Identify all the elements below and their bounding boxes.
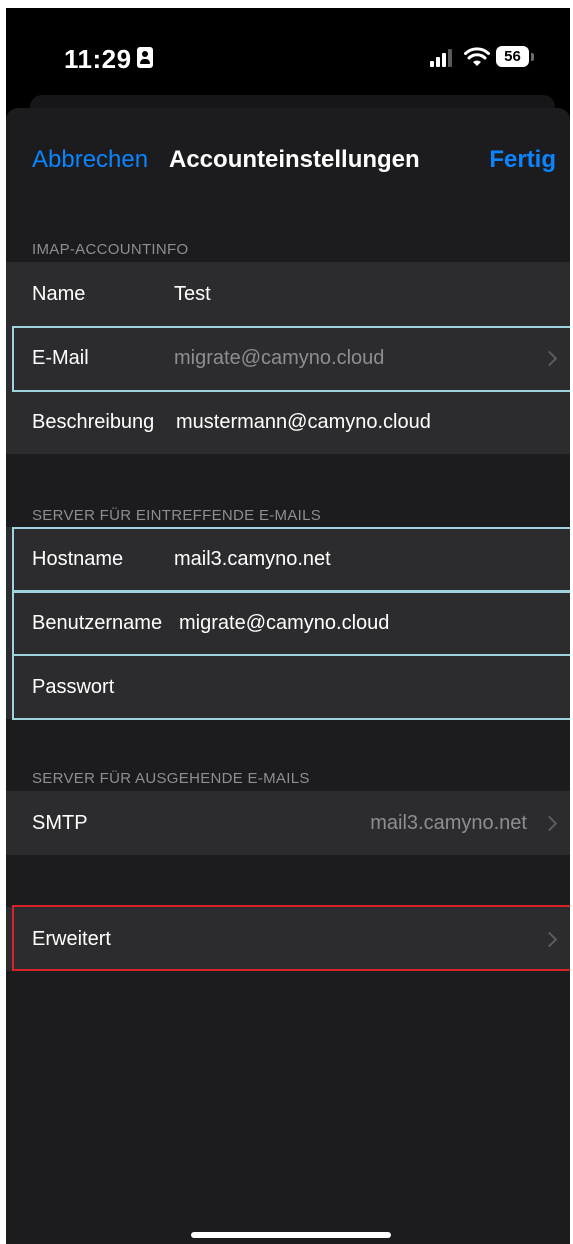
cellular-signal-icon <box>430 49 454 67</box>
chevron-right-icon <box>541 815 558 831</box>
email-value: migrate@camyno.cloud <box>174 346 385 369</box>
smtp-value: mail3.camyno.net <box>370 811 527 834</box>
username-value[interactable]: migrate@camyno.cloud <box>179 612 389 635</box>
description-row[interactable]: Beschreibung mustermann@camyno.cloud <box>6 390 570 454</box>
password-row[interactable]: Passwort <box>6 655 570 719</box>
section-header-incoming: SERVER FÜR EINTREFFENDE E-MAILS <box>32 507 322 524</box>
name-value[interactable]: Test <box>174 283 211 306</box>
name-label: Name <box>32 282 86 305</box>
battery-tip <box>531 53 534 61</box>
battery-icon: 56 <box>496 46 529 67</box>
name-row[interactable]: Name Test <box>6 262 570 326</box>
outgoing-server-group: SMTP mail3.camyno.net <box>6 791 570 855</box>
imap-account-group: Name Test E-Mail migrate@camyno.cloud Be… <box>6 262 570 454</box>
contact-card-icon <box>137 47 153 68</box>
smtp-row[interactable]: SMTP mail3.camyno.net <box>6 791 570 855</box>
description-value[interactable]: mustermann@camyno.cloud <box>176 411 431 434</box>
advanced-group: Erweitert <box>6 907 570 971</box>
username-row[interactable]: Benutzername migrate@camyno.cloud <box>6 591 570 655</box>
wifi-icon <box>464 47 490 66</box>
phone-screen: 11:29 56 Abbrechen Accounteinstellungen … <box>6 8 570 1244</box>
description-label: Beschreibung <box>32 410 155 433</box>
home-indicator[interactable] <box>191 1232 391 1238</box>
advanced-label: Erweitert <box>32 927 111 950</box>
hostname-label: Hostname <box>32 547 124 570</box>
section-header-imap: IMAP-ACCOUNTINFO <box>32 241 189 258</box>
password-label: Passwort <box>32 675 115 698</box>
status-time: 11:29 <box>64 44 132 74</box>
cancel-button[interactable]: Abbrechen <box>32 146 148 174</box>
chevron-right-icon <box>541 931 558 947</box>
incoming-server-group: Hostname mail3.camyno.net Benutzername m… <box>6 527 570 719</box>
chevron-right-icon <box>541 350 558 366</box>
section-header-outgoing: SERVER FÜR AUSGEHENDE E-MAILS <box>32 770 310 787</box>
email-row[interactable]: E-Mail migrate@camyno.cloud <box>6 326 570 390</box>
smtp-label: SMTP <box>32 811 88 834</box>
page-title: Accounteinstellungen <box>169 146 420 173</box>
hostname-value[interactable]: mail3.camyno.net <box>174 548 331 571</box>
battery-level: 56 <box>504 48 521 65</box>
account-settings-sheet: Abbrechen Accounteinstellungen Fertig IM… <box>6 108 570 1244</box>
advanced-row[interactable]: Erweitert <box>6 907 570 971</box>
done-button[interactable]: Fertig <box>489 146 556 174</box>
hostname-row[interactable]: Hostname mail3.camyno.net <box>6 527 570 591</box>
email-label: E-Mail <box>32 346 89 369</box>
username-label: Benutzername <box>32 611 163 634</box>
